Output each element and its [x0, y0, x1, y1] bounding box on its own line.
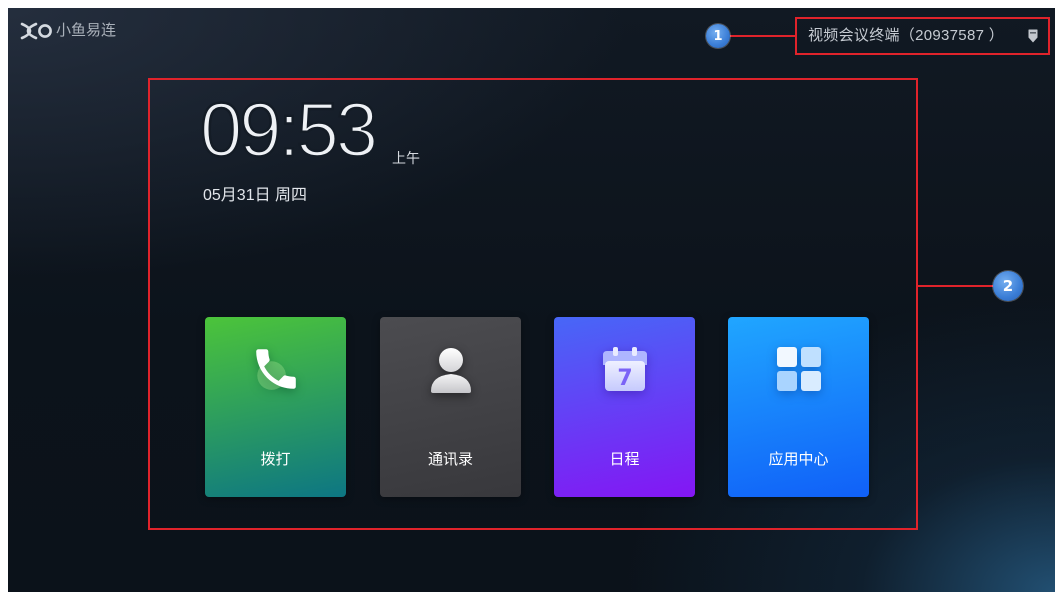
calendar-icon: 7 [602, 347, 647, 391]
phone-icon [255, 349, 296, 390]
app-center-button[interactable]: 应用中心 [728, 317, 869, 497]
xiaoyu-logo-icon [20, 22, 52, 40]
contact-icon [430, 348, 471, 393]
contacts-button[interactable]: 通讯录 [380, 317, 521, 497]
badge-icon [1028, 29, 1038, 43]
tile-label: 通讯录 [427, 451, 473, 468]
annotation-leader-line-1 [730, 35, 795, 37]
annotation-leader-line-2 [918, 285, 993, 287]
app-grid-icon [776, 347, 821, 391]
annotation-marker-2: 2 [993, 271, 1023, 301]
tile-label: 拨打 [260, 451, 291, 468]
logo-text: 小鱼易连 [56, 22, 117, 39]
clock-period: 上午 [392, 150, 420, 166]
home-screen: 小鱼易连 视频会议终端（20937587 ） 09:53 上午 05月31日 周… [8, 8, 1055, 592]
annotation-number: 2 [1002, 277, 1014, 295]
annotation-marker-1: 1 [706, 24, 730, 48]
tile-label: 日程 [609, 451, 640, 468]
annotation-number: 1 [713, 28, 723, 44]
schedule-button[interactable]: 7 日程 [554, 317, 695, 497]
calendar-day-number: 7 [617, 366, 632, 391]
dial-button[interactable]: 拨打 [205, 317, 346, 497]
clock-time: 09:53 [199, 88, 380, 173]
device-name: 视频会议终端（20937587 ） [808, 27, 1005, 44]
clock-date: 05月31日 周四 [203, 187, 308, 204]
tile-label: 应用中心 [768, 451, 829, 468]
